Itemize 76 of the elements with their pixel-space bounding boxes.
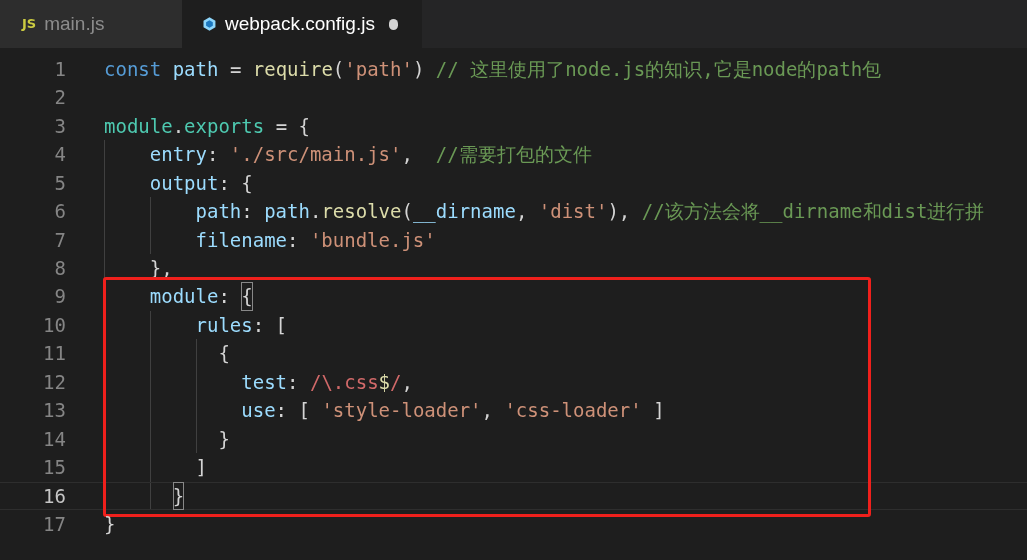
code-token: {: [218, 341, 230, 367]
code-token: : [: [252, 312, 288, 338]
code-token: =: [229, 56, 243, 82]
code-token: : {: [218, 170, 253, 196]
line-number: 14: [42, 426, 66, 452]
line-number: 13: [42, 398, 66, 424]
code-token: module: [104, 113, 173, 139]
code-token: .: [309, 199, 322, 225]
line-number: 3: [53, 113, 66, 139]
code-token: __dirname: [412, 199, 516, 225]
line-number: 1: [53, 56, 66, 82]
code-token: output: [149, 170, 219, 196]
line-number: 11: [42, 341, 66, 367]
line-number: 8: [53, 256, 66, 282]
code-token: :: [287, 227, 300, 253]
code-token: use: [241, 398, 276, 424]
js-file-icon: JS: [22, 14, 37, 34]
code-token: entry: [149, 142, 207, 168]
line-number: 7: [53, 227, 66, 253]
code-token: resolve: [321, 199, 402, 225]
line-number: 5: [53, 170, 66, 196]
code-token: :: [287, 369, 300, 395]
editor-tab[interactable]: webpack.config.js: [182, 0, 422, 48]
code-token: path: [195, 199, 242, 225]
code-token: 'css-loader': [504, 398, 642, 424]
code-token: require: [252, 56, 333, 82]
code-token: module: [149, 284, 219, 310]
code-token: 'bundle.js': [309, 227, 436, 253]
matched-bracket: {: [241, 282, 253, 311]
code-token: }: [218, 426, 230, 452]
code-token: ,: [515, 199, 529, 225]
code-token: :: [206, 142, 220, 168]
code-token: //需要打包的文件: [435, 142, 592, 168]
code-token: // 这里使用了node.js的知识,它是node的path包: [435, 56, 882, 82]
code-token: './src/main.js': [229, 142, 402, 168]
code-token: /: [390, 369, 402, 395]
code-token: 'dist': [538, 199, 608, 225]
code-token: ),: [607, 199, 632, 225]
code-token: (: [401, 199, 413, 225]
line-number: 10: [42, 312, 66, 338]
code-token: path: [264, 199, 310, 225]
code-token: ,: [401, 142, 414, 168]
line-number: 16: [42, 483, 66, 509]
code-token: filename: [195, 227, 288, 253]
code-token: :: [241, 199, 254, 225]
code-token: : [: [275, 398, 311, 424]
code-token: ]: [195, 455, 207, 481]
line-number: 15: [42, 455, 66, 481]
editor-tab[interactable]: JS main.js: [0, 0, 182, 48]
line-number: 9: [53, 284, 66, 310]
code-token: path: [172, 56, 219, 82]
cube-icon: [202, 15, 217, 33]
code-token: 'path': [344, 56, 413, 82]
line-number: 4: [53, 142, 66, 168]
line-number: 6: [53, 199, 66, 225]
line-number: 12: [42, 369, 66, 395]
code-token: = {: [275, 113, 310, 139]
code-token: ): [412, 56, 426, 82]
code-token: (: [332, 56, 345, 82]
line-number: 2: [53, 85, 66, 111]
code-token: $: [378, 369, 391, 395]
code-token: ,: [481, 398, 494, 424]
code-token: rules: [195, 312, 253, 338]
code-token: :: [218, 284, 231, 310]
code-token: ,: [401, 369, 413, 395]
code-token: //该方法会将__dirname和dist进行拼: [641, 199, 985, 225]
code-token: 'style-loader': [321, 398, 482, 424]
code-token: const: [104, 56, 162, 82]
code-token: /\.css: [309, 369, 379, 395]
code-token: ]: [653, 398, 665, 424]
code-token: .: [172, 113, 185, 139]
code-token: exports: [184, 113, 265, 139]
line-number: 17: [42, 511, 66, 537]
code-token: test: [241, 369, 288, 395]
code-token: }: [104, 511, 116, 537]
matched-bracket: }: [172, 481, 185, 511]
